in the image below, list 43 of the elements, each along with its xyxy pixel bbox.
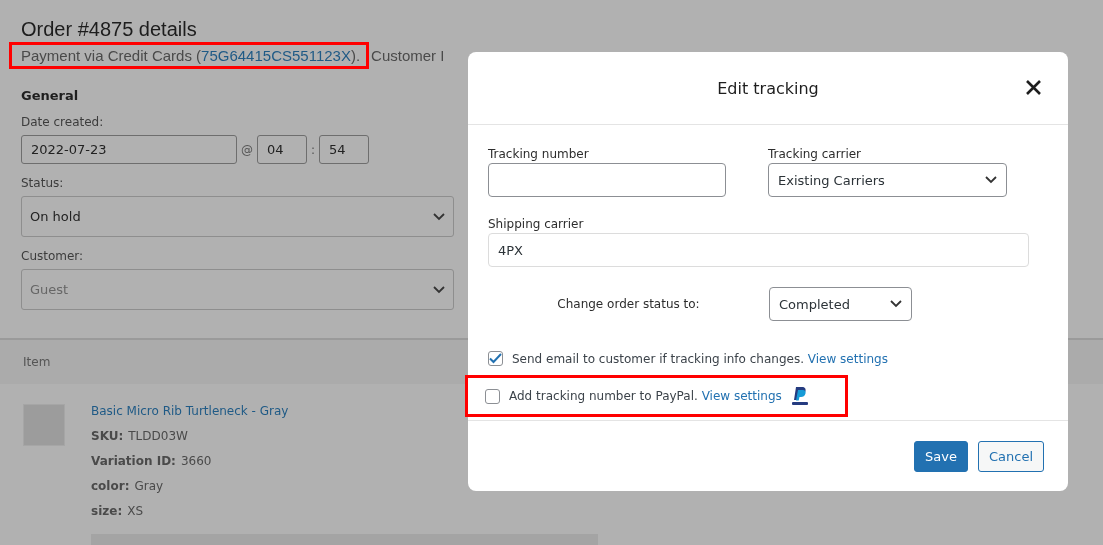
caret-icon	[433, 212, 445, 221]
transaction-link[interactable]: 75G64415CS551123X	[201, 47, 351, 64]
field-label: Tracking carrier	[768, 147, 863, 161]
caret-icon	[433, 285, 445, 294]
item-meta: color: Gray	[91, 479, 165, 493]
tracking-number-field[interactable]	[488, 163, 726, 197]
option-text: Send email to customer if tracking info changes. View settings	[512, 351, 888, 366]
field-label: Customer:	[21, 249, 85, 263]
field-label: Change order status to:	[556, 297, 701, 311]
product-link[interactable]: Basic Micro Rib Turtleneck - Gray	[91, 404, 289, 418]
save-button[interactable]: Save	[914, 440, 968, 472]
order-status-dropdown[interactable]: Completed	[769, 287, 912, 321]
minute-field[interactable]: 54	[319, 135, 370, 164]
view-settings-link[interactable]: View settings	[807, 351, 888, 366]
tracking-carrier-dropdown[interactable]: Existing Carriers	[768, 163, 1007, 197]
paypal-logo-icon	[790, 386, 809, 406]
checkbox[interactable]	[488, 351, 503, 366]
caret-icon	[985, 176, 997, 184]
item-meta: SKU: TLDD03W	[91, 429, 189, 443]
payment-info: Payment via Credit Cards (75G64415CS551123X).	[9, 42, 370, 69]
date-field[interactable]: 2022-07-23	[21, 135, 237, 164]
dialog-title: Edit tracking	[717, 78, 819, 98]
column-heading: Item	[23, 355, 51, 369]
status-dropdown[interactable]: On hold	[21, 196, 454, 237]
item-meta: size: XS	[91, 504, 145, 518]
field-label: Tracking number	[488, 147, 590, 161]
shipping-carrier-field[interactable]: 4PX	[488, 233, 1029, 267]
option-text: Add tracking number to PayPal. View settings	[509, 389, 782, 403]
hour-field[interactable]: 04	[257, 135, 307, 164]
customer-ip-label: Customer I	[371, 47, 445, 64]
field-label: Date created:	[21, 115, 105, 129]
view-settings-link[interactable]: View settings	[701, 389, 782, 403]
page-title: Order #4875 details	[21, 18, 198, 41]
field-label: Status:	[21, 176, 65, 190]
item-meta: Variation ID: 3660	[91, 454, 213, 468]
caret-icon	[890, 300, 902, 308]
separator-text: @	[241, 142, 253, 157]
checkbox[interactable]	[485, 388, 500, 404]
close-button[interactable]	[1025, 79, 1042, 96]
section-heading: General	[21, 88, 80, 103]
separator-text: :	[311, 142, 316, 157]
cancel-button[interactable]: Cancel	[977, 440, 1044, 472]
field-label: Shipping carrier	[488, 217, 585, 231]
